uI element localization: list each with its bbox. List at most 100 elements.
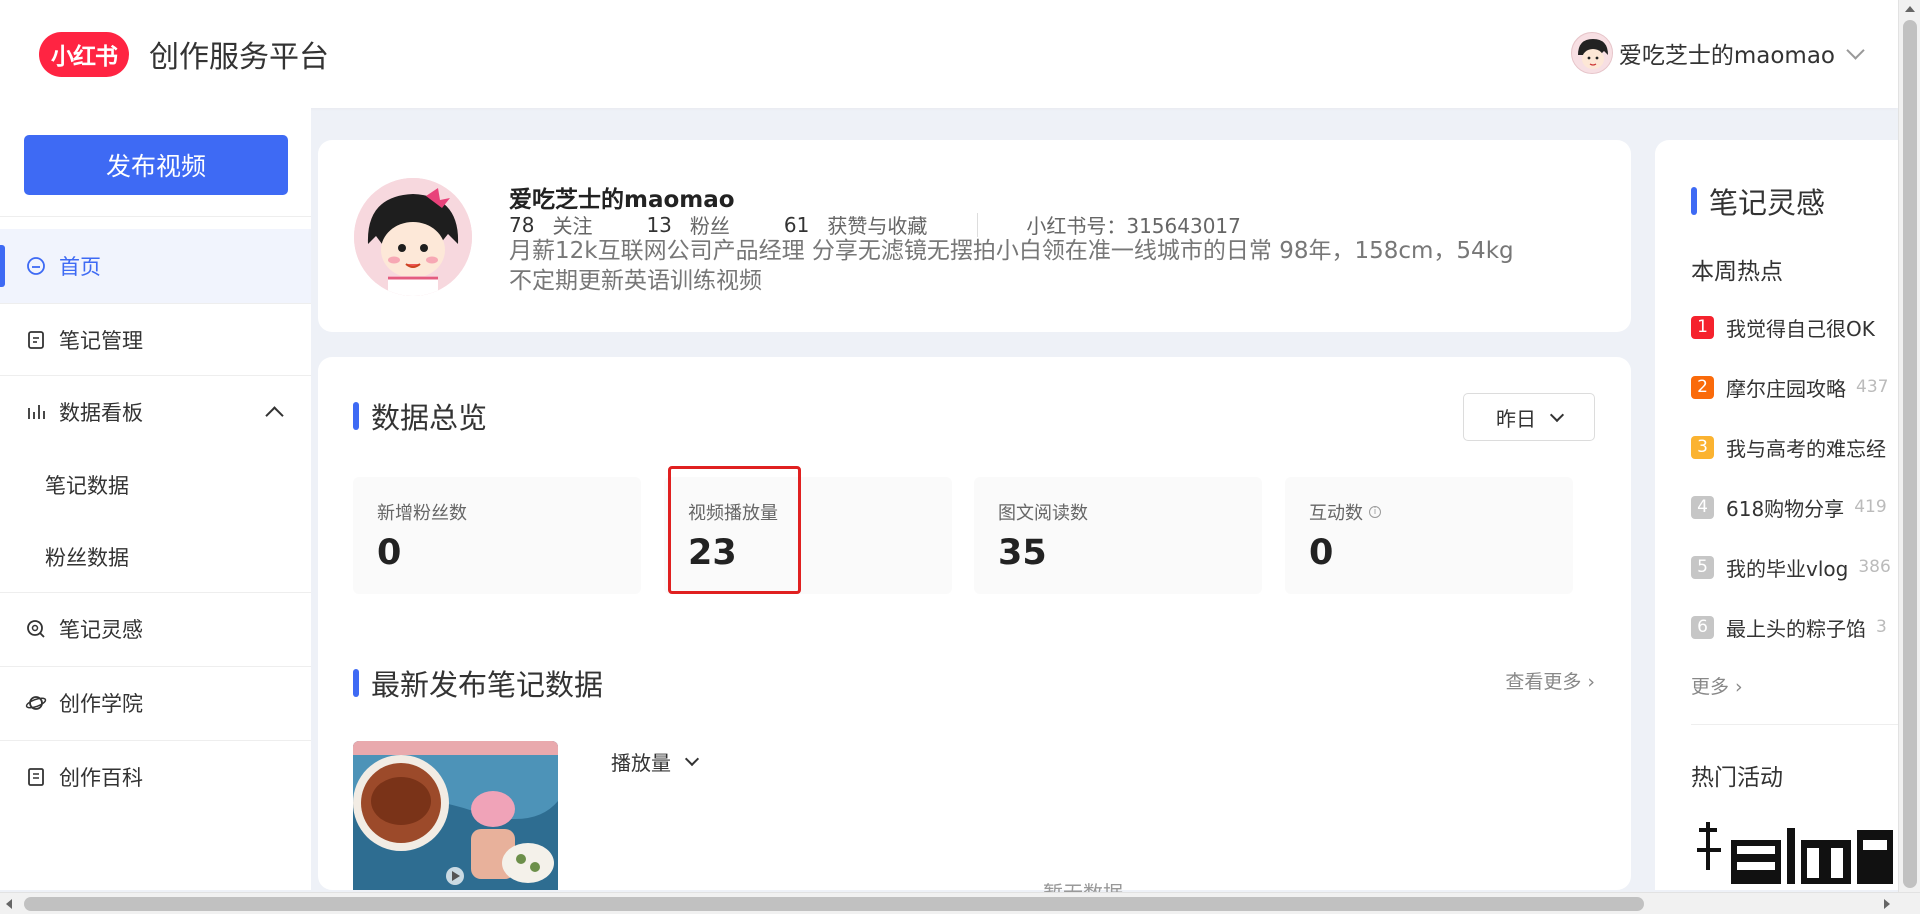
- hot-topic-count: 386: [1858, 557, 1891, 577]
- horizontal-scroll-thumb[interactable]: [24, 897, 1644, 911]
- chart-icon: [25, 401, 47, 423]
- sidebar-item-fans-data[interactable]: 粉丝数据: [0, 520, 311, 594]
- hot-topic-item[interactable]: 4 618购物分享 419: [1691, 492, 1887, 522]
- hot-topic-text: 摩尔庄园攻略: [1726, 376, 1846, 401]
- xiaohongshu-logo[interactable]: 小红书: [39, 31, 129, 77]
- hot-topic-count: 419: [1854, 497, 1887, 517]
- sidebar-item-label: 粉丝数据: [45, 546, 129, 570]
- chevron-down-icon[interactable]: [1846, 40, 1865, 60]
- stat-value: 35: [998, 533, 1047, 573]
- rank-badge: 2: [1691, 375, 1714, 399]
- note-icon: [25, 329, 47, 351]
- period-select[interactable]: 昨日: [1463, 393, 1595, 441]
- hot-topics-subtitle: 本周热点: [1691, 259, 1783, 285]
- hot-topic-item[interactable]: 3 我与高考的难忘经: [1691, 432, 1886, 462]
- sidebar-item-creator-wiki[interactable]: 创作百科: [0, 740, 311, 814]
- active-indicator: [0, 245, 5, 287]
- rank-badge: 6: [1691, 615, 1714, 639]
- hot-events-title: 热门活动: [1691, 765, 1783, 791]
- sidebar-item-note-data[interactable]: 笔记数据: [0, 448, 311, 522]
- scroll-left-arrow-icon[interactable]: [6, 899, 12, 909]
- profile-avatar[interactable]: [354, 178, 472, 296]
- sidebar-item-label: 首页: [59, 255, 101, 279]
- rank-badge: 3: [1691, 435, 1714, 459]
- sidebar-item-home[interactable]: 首页: [0, 229, 311, 303]
- sidebar-divider: [0, 216, 311, 217]
- sidebar-item-label: 创作学院: [59, 692, 143, 716]
- hot-topic-text: 我与高考的难忘经: [1726, 436, 1886, 461]
- hot-topic-count: 3: [1876, 617, 1887, 637]
- rank-badge: 5: [1691, 555, 1714, 579]
- title-accent-bar: [353, 669, 359, 697]
- hot-topic-text: 最上头的粽子馅: [1726, 616, 1866, 641]
- latest-notes-title: 最新发布笔记数据: [353, 662, 603, 704]
- metric-select[interactable]: 播放量: [611, 747, 700, 776]
- platform-title: 创作服务平台: [149, 40, 329, 75]
- rank-badge: 4: [1691, 495, 1714, 519]
- overview-title-text: 数据总览: [371, 401, 488, 435]
- see-more-link[interactable]: 查看更多 ›: [1505, 667, 1595, 694]
- stat-label-text: 互动数: [1309, 503, 1363, 524]
- planet-icon: [25, 692, 47, 714]
- scroll-right-arrow-icon[interactable]: [1884, 899, 1890, 909]
- likes-count: 61: [783, 212, 810, 237]
- sidebar-item-creator-academy[interactable]: 创作学院: [0, 666, 311, 740]
- profile-stats: 78 关注 13 粉丝 61 获赞与收藏 小红书号：315643017: [509, 210, 1241, 239]
- hot-topic-text: 我觉得自己很OK: [1726, 316, 1875, 341]
- note-thumbnail[interactable]: [353, 741, 558, 890]
- latest-notes-title-text: 最新发布笔记数据: [371, 668, 604, 702]
- stat-tile-article-reads[interactable]: 图文阅读数 35: [974, 477, 1262, 594]
- user-menu[interactable]: 爱吃芝士的maomao: [1570, 32, 1865, 74]
- title-accent-bar: [1691, 187, 1697, 215]
- event-banner[interactable]: [1691, 810, 1898, 890]
- hot-topic-item[interactable]: 6 最上头的粽子馅 3: [1691, 612, 1887, 642]
- sidebar-item-label: 笔记灵感: [59, 618, 143, 642]
- sidebar-item-label: 笔记管理: [59, 329, 143, 353]
- sidebar-item-label: 笔记数据: [45, 474, 129, 498]
- sidebar: 发布视频 首页 笔记管理 数据看板 笔记数据 粉丝数据 笔记灵感 创作学院 创作…: [0, 108, 311, 890]
- rank-badge: 1: [1691, 315, 1714, 339]
- account-id: 小红书号：315643017: [1026, 214, 1241, 238]
- inspiration-title: 笔记灵感: [1691, 180, 1825, 222]
- fans-label: 粉丝: [689, 214, 730, 238]
- profile-card: 爱吃芝士的maomao 78 关注 13 粉丝 61 获赞与收藏 小红书号：31…: [318, 140, 1631, 332]
- bio-line: 不定期更新英语训练视频: [509, 268, 762, 294]
- hot-topic-item[interactable]: 2 摩尔庄园攻略 437: [1691, 372, 1888, 402]
- sidebar-item-data-board[interactable]: 数据看板: [0, 375, 311, 449]
- book-icon: [25, 766, 47, 788]
- stat-value: 0: [377, 533, 402, 573]
- inspiration-title-text: 笔记灵感: [1709, 186, 1826, 220]
- stat-label: 互动数 i: [1309, 499, 1381, 525]
- vertical-scroll-thumb[interactable]: [1903, 20, 1917, 888]
- hot-topic-item[interactable]: 5 我的毕业vlog 386: [1691, 552, 1891, 582]
- following-count: 78: [509, 212, 535, 237]
- user-name[interactable]: 爱吃芝士的maomao: [1619, 36, 1835, 70]
- stats-divider: [977, 212, 979, 237]
- bulb-icon: [25, 618, 47, 640]
- home-icon: [25, 255, 47, 277]
- following-label: 关注: [552, 214, 593, 238]
- hot-topic-item[interactable]: 1 我觉得自己很OK: [1691, 312, 1875, 342]
- hot-topic-text: 618购物分享: [1726, 496, 1845, 521]
- stat-value: 0: [1309, 533, 1334, 573]
- sidebar-item-note-inspiration[interactable]: 笔记灵感: [0, 592, 311, 666]
- sidebar-item-note-management[interactable]: 笔记管理: [0, 303, 311, 377]
- sidebar-item-label: 创作百科: [59, 766, 143, 790]
- period-value: 昨日: [1496, 406, 1536, 431]
- profile-name: 爱吃芝士的maomao: [509, 187, 735, 213]
- panel-divider: [1691, 724, 1898, 725]
- user-avatar[interactable]: [1570, 32, 1613, 74]
- info-icon[interactable]: i: [1369, 506, 1381, 518]
- chevron-down-icon: [1549, 407, 1565, 422]
- scroll-up-arrow-icon[interactable]: [1905, 6, 1915, 12]
- stat-tile-new-fans[interactable]: 新增粉丝数 0: [353, 477, 641, 594]
- overview-title: 数据总览: [353, 395, 487, 437]
- more-link[interactable]: 更多 ›: [1691, 672, 1743, 699]
- profile-bio: 月薪12k互联网公司产品经理 分享无滤镜无摆拍小白领在准一线城市的日常 98年，…: [509, 236, 1569, 296]
- stat-tile-interactions[interactable]: 互动数 i 0: [1285, 477, 1573, 594]
- publish-video-button[interactable]: 发布视频: [24, 135, 288, 195]
- data-overview-card: 数据总览 昨日 新增粉丝数 0 视频播放量 23 图文阅读数 35 互动数 i …: [318, 357, 1631, 905]
- horizontal-scrollbar[interactable]: [0, 892, 1920, 914]
- inspiration-panel: 笔记灵感 本周热点 1 我觉得自己很OK 2 摩尔庄园攻略 437 3 我与高考…: [1655, 140, 1898, 890]
- vertical-scrollbar[interactable]: [1898, 0, 1920, 892]
